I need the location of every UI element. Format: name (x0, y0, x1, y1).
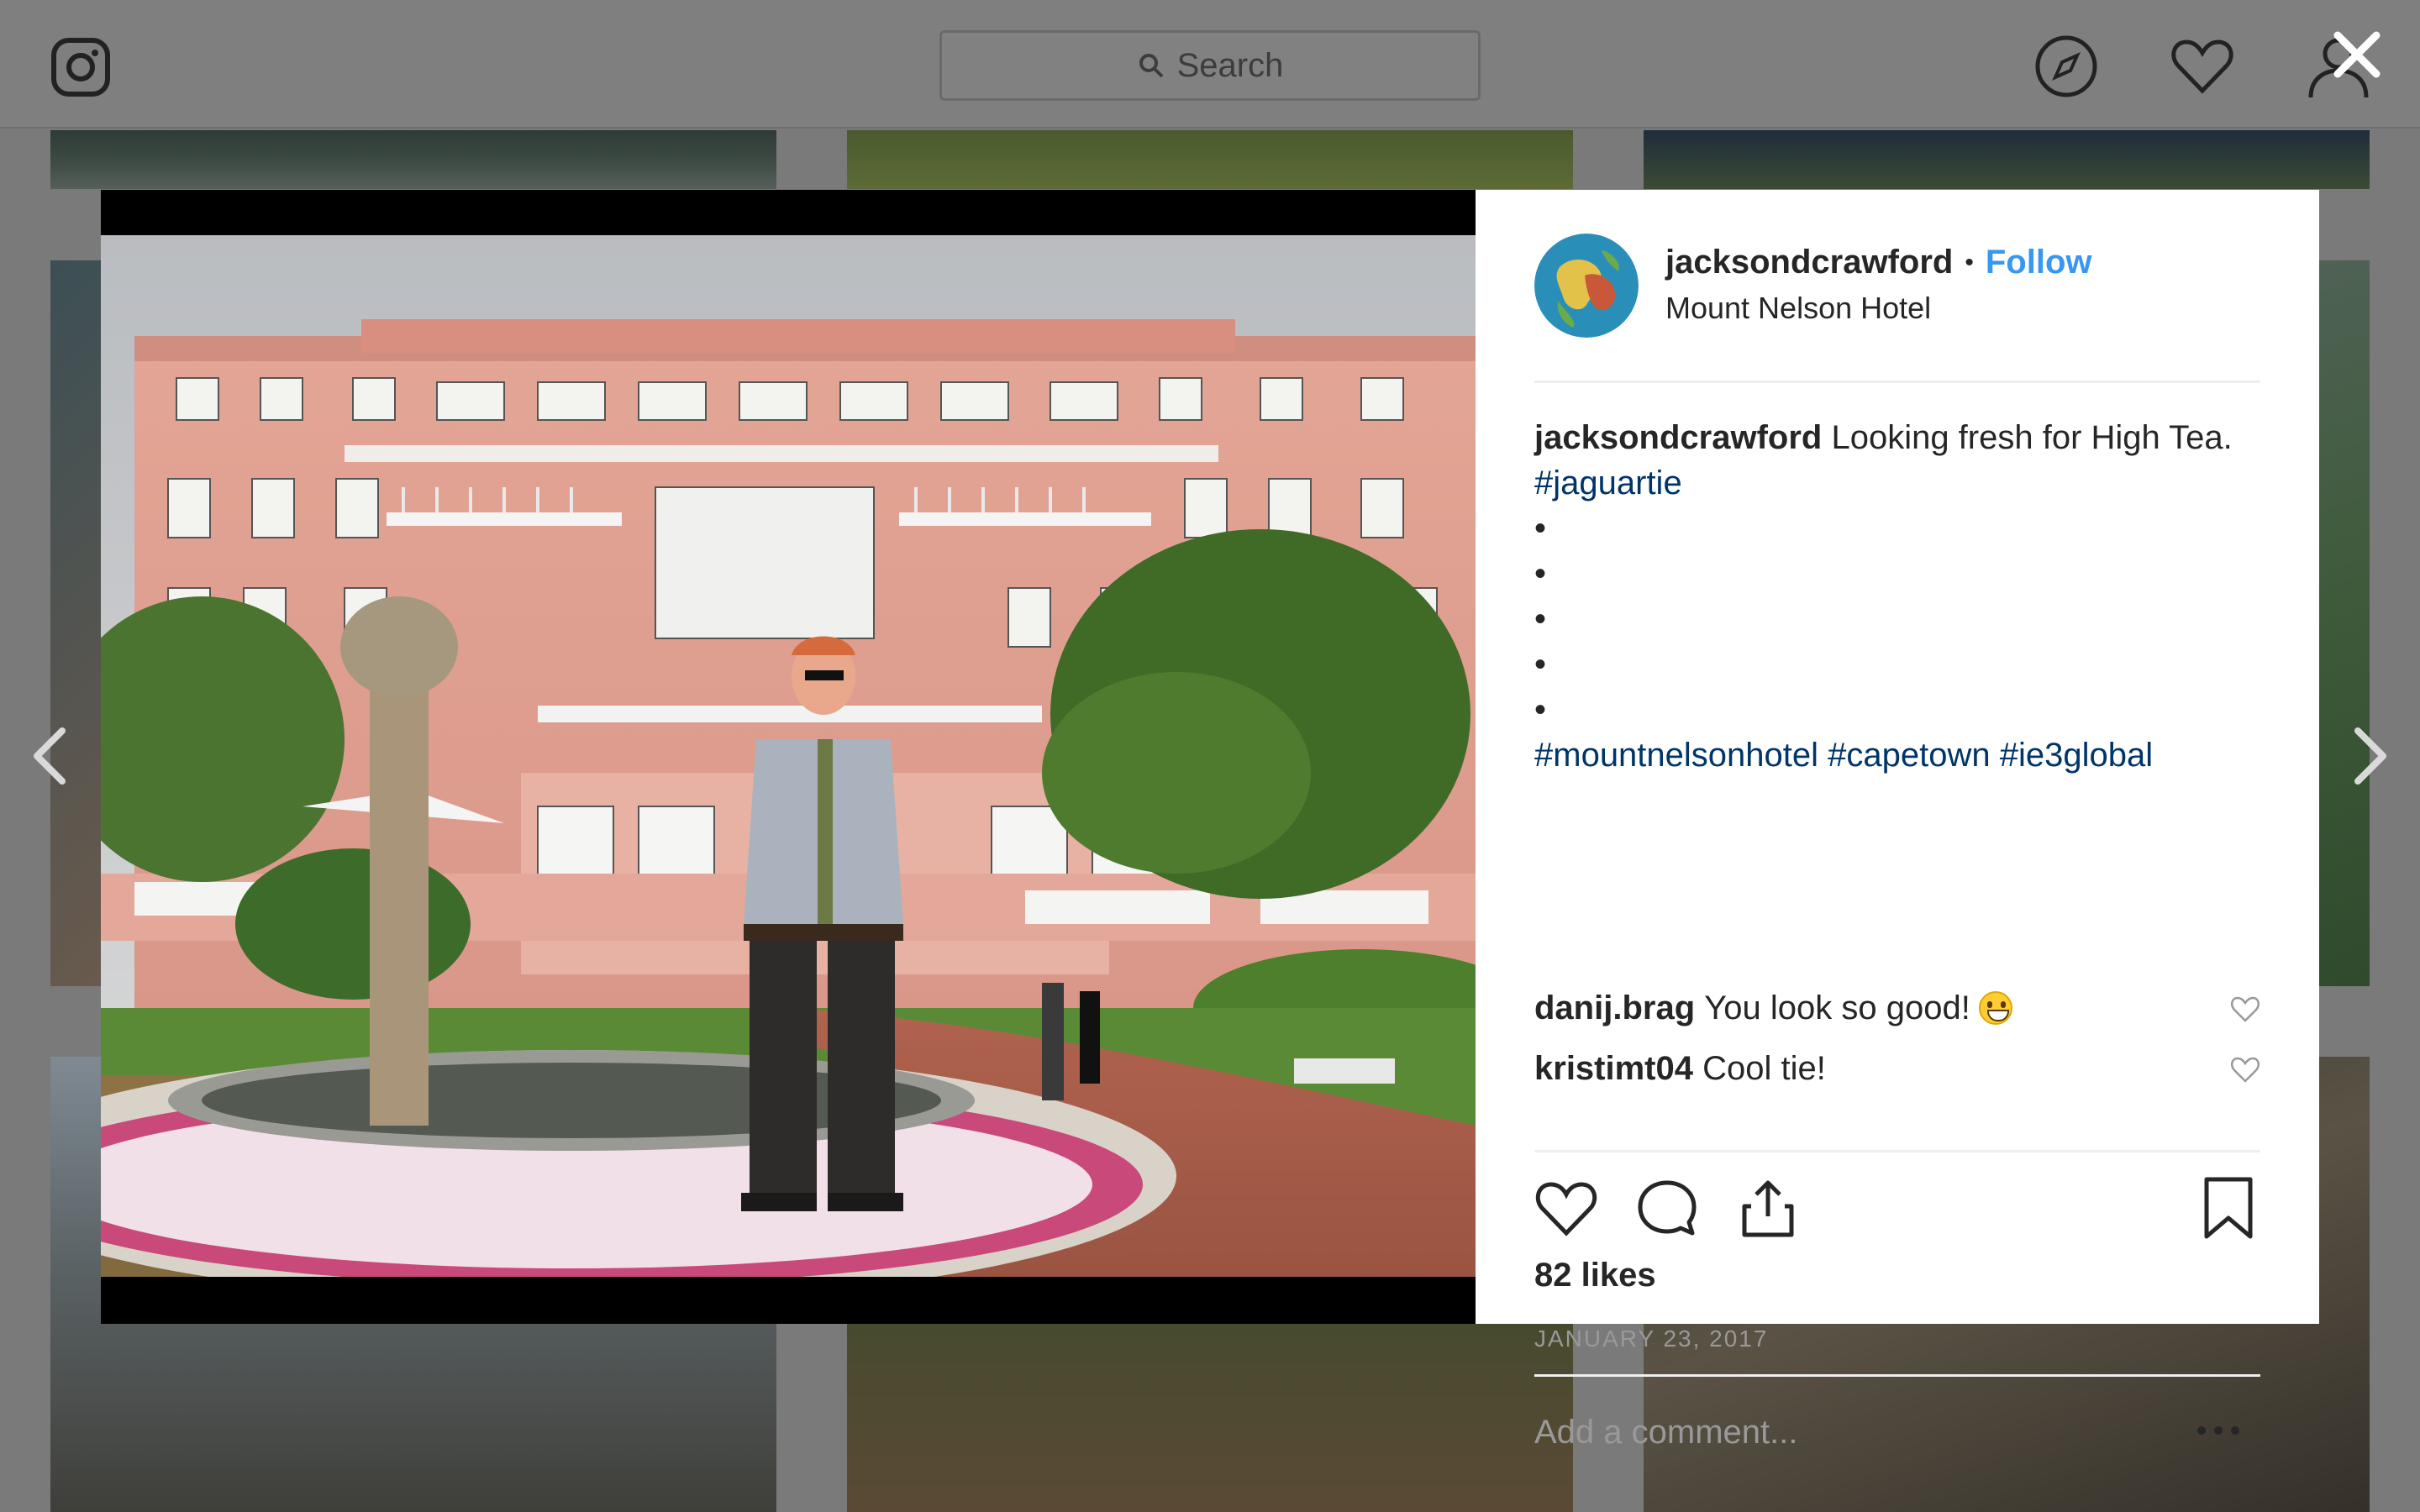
hashtag-link[interactable]: #ie3global (2000, 737, 2153, 774)
caption-bullet (1534, 551, 2260, 596)
like-comment-heart-icon[interactable] (2230, 1055, 2260, 1084)
avatar[interactable] (1534, 234, 1639, 338)
caption-bullet-list (1534, 506, 2260, 732)
previous-post-arrow-icon[interactable] (25, 722, 76, 790)
post-date: JANUARY 23, 2017 (1534, 1326, 1769, 1352)
comment-bubble-icon[interactable] (1635, 1176, 1699, 1240)
post-modal: jacksondcrawford • Follow Mount Nelson H… (101, 190, 2319, 1457)
comment-item: kristimt04 Cool tie! (1534, 1043, 2260, 1094)
grid-thumbnail[interactable] (50, 130, 776, 189)
grid-thumbnail[interactable] (847, 130, 1573, 189)
post-photo (101, 235, 1476, 1277)
more-options-icon[interactable] (2193, 1414, 2244, 1447)
next-post-arrow-icon[interactable] (2344, 722, 2395, 790)
comment-text: Cool tie! (1702, 1050, 1826, 1087)
separator-dot: • (1965, 248, 1974, 276)
follow-button[interactable]: Follow (1986, 244, 2092, 281)
share-upload-icon[interactable] (1736, 1176, 1800, 1240)
comment-text: You look so good! (1704, 990, 1970, 1026)
hashtag-link[interactable]: #mountnelsonhotel (1534, 737, 1818, 774)
post-header: jacksondcrawford • Follow Mount Nelson H… (1534, 190, 2260, 383)
post-media (101, 190, 1476, 1324)
comment-username[interactable]: danij.brag (1534, 983, 1695, 1033)
search-icon (1139, 54, 1164, 78)
post-caption: jacksondcrawford Looking fresh for High … (1534, 415, 2260, 778)
close-modal-icon[interactable] (2328, 25, 2386, 84)
hashtag-link[interactable]: #capetown (1828, 737, 1990, 774)
like-heart-icon[interactable] (1534, 1176, 1598, 1240)
caption-bullet (1534, 506, 2260, 551)
like-comment-heart-icon[interactable] (2230, 995, 2260, 1023)
hashtag-link[interactable]: #jaguartie (1534, 465, 1682, 501)
grinning-face-emoji-icon (1978, 991, 2012, 1025)
post-actions-bar (1534, 1150, 2260, 1263)
explore-compass-icon[interactable] (2033, 34, 2099, 99)
top-navigation-bar: Search (0, 0, 2420, 129)
save-bookmark-icon[interactable] (2196, 1176, 2260, 1240)
post-location[interactable]: Mount Nelson Hotel (1665, 291, 1931, 326)
username-row: jacksondcrawford • Follow (1665, 244, 2091, 281)
add-comment-input[interactable] (1534, 1407, 2173, 1457)
grid-thumbnail[interactable] (1644, 130, 2370, 189)
caption-bullet (1534, 596, 2260, 642)
post-details-panel: jacksondcrawford • Follow Mount Nelson H… (1476, 190, 2319, 1457)
search-placeholder: Search (1176, 46, 1284, 84)
comment-username[interactable]: kristimt04 (1534, 1043, 1693, 1094)
instagram-logo-icon[interactable] (50, 37, 111, 97)
caption-bullet (1534, 642, 2260, 687)
post-author-username[interactable]: jacksondcrawford (1665, 244, 1953, 281)
activity-heart-icon[interactable] (2170, 34, 2235, 99)
comment-item: danij.brag You look so good! (1534, 983, 2260, 1033)
caption-bullet (1534, 687, 2260, 732)
search-input[interactable]: Search (939, 30, 1481, 101)
caption-author[interactable]: jacksondcrawford (1534, 419, 1822, 456)
add-comment-bar (1534, 1374, 2260, 1482)
caption-text: Looking fresh for High Tea. (1831, 419, 2233, 456)
likes-count[interactable]: 82 likes (1534, 1257, 1656, 1294)
